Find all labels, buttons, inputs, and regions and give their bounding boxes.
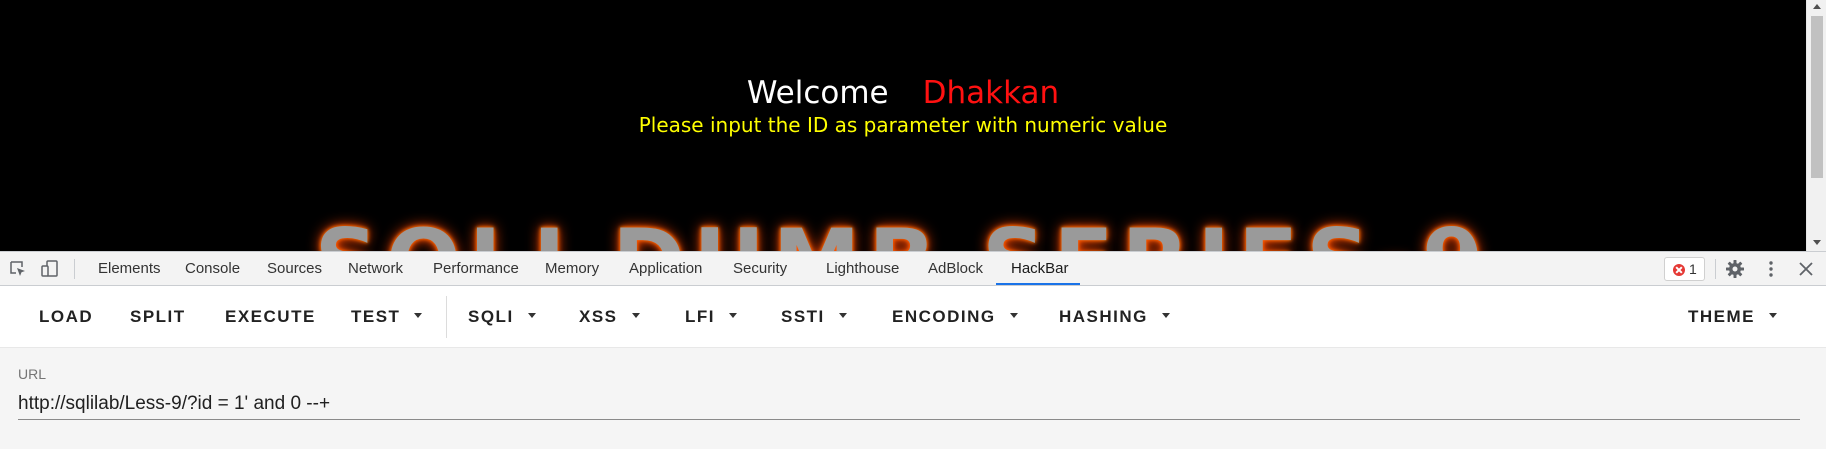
settings-icon[interactable]	[1725, 259, 1745, 279]
sqli-button-label: SQLI	[468, 307, 514, 326]
tab-application[interactable]: Application	[629, 252, 702, 285]
url-label: URL	[18, 366, 47, 382]
theme-menu-button[interactable]: THEME	[1688, 300, 1777, 334]
active-tab-indicator	[996, 283, 1080, 285]
tab-lighthouse[interactable]: Lighthouse	[826, 252, 899, 285]
scroll-down-arrow-icon[interactable]	[1813, 240, 1821, 245]
lfi-menu-button[interactable]: LFI	[685, 300, 737, 334]
tab-performance[interactable]: Performance	[433, 252, 519, 285]
dropdown-caret-icon	[1769, 313, 1777, 319]
test-button-label: TEST	[351, 307, 401, 326]
ssti-menu-button[interactable]: SSTI	[781, 300, 847, 334]
lfi-button-label: LFI	[685, 307, 715, 326]
dropdown-caret-icon	[527, 313, 536, 319]
banner-text: SQLI DUMB SERIES-9	[0, 210, 1806, 251]
welcome-word: Welcome	[746, 75, 889, 111]
hackbar-body: URL	[0, 348, 1826, 449]
tab-security[interactable]: Security	[733, 252, 787, 285]
instruction-text: Please input the ID as parameter with nu…	[638, 113, 1168, 137]
url-input[interactable]	[18, 388, 1800, 420]
execute-button-label: EXECUTE	[225, 307, 316, 326]
tab-memory[interactable]: Memory	[545, 252, 599, 285]
tab-elements[interactable]: Elements	[98, 252, 161, 285]
close-icon[interactable]	[1796, 259, 1816, 279]
dropdown-caret-icon	[838, 313, 847, 319]
dropdown-caret-icon	[631, 313, 640, 319]
hackbar-toolbar: LOAD SPLIT EXECUTE TEST SQLI XSS LFI SST…	[0, 286, 1826, 348]
dropdown-caret-icon	[1161, 313, 1170, 319]
page-scrollbar[interactable]	[1806, 0, 1826, 251]
dropdown-caret-icon	[729, 313, 737, 319]
execute-button[interactable]: EXECUTE	[225, 300, 316, 334]
hashing-button-label: HASHING	[1059, 307, 1148, 326]
toolbar-divider	[1715, 259, 1716, 279]
dropdown-caret-icon	[1009, 313, 1018, 319]
inspect-icon[interactable]	[8, 259, 28, 279]
banner-image: SQLI DUMB SERIES-9	[0, 210, 1806, 251]
encoding-menu-button[interactable]: ENCODING	[892, 300, 1018, 334]
error-icon	[1673, 264, 1685, 276]
scrollbar-thumb[interactable]	[1811, 16, 1823, 178]
web-page-viewport: Welcome Dhakkan Please input the ID as pa…	[0, 0, 1826, 251]
load-button-label: LOAD	[39, 307, 94, 326]
theme-button-label: THEME	[1688, 307, 1755, 326]
load-button[interactable]: LOAD	[39, 300, 93, 334]
sqli-menu-button[interactable]: SQLI	[468, 300, 536, 334]
test-menu-button[interactable]: TEST	[351, 300, 423, 334]
encoding-button-label: ENCODING	[892, 307, 996, 326]
tab-network[interactable]: Network	[348, 252, 403, 285]
scroll-up-arrow-icon[interactable]	[1813, 4, 1821, 9]
xss-menu-button[interactable]: XSS	[579, 300, 640, 334]
split-button[interactable]: SPLIT	[130, 300, 186, 334]
dropdown-caret-icon	[414, 313, 423, 319]
welcome-name: Dhakkan	[922, 75, 1060, 111]
toolbar-divider	[446, 296, 447, 338]
browser-window: Welcome Dhakkan Please input the ID as pa…	[0, 0, 1826, 449]
hashing-menu-button[interactable]: HASHING	[1059, 300, 1170, 334]
more-options-icon[interactable]	[1761, 259, 1781, 279]
toolbar-divider	[74, 259, 75, 279]
devtools-tab-bar: Elements Console Sources Network Perform…	[0, 251, 1826, 286]
ssti-button-label: SSTI	[781, 307, 825, 326]
split-button-label: SPLIT	[130, 307, 186, 326]
welcome-heading: Welcome Dhakkan	[0, 74, 1806, 112]
device-toolbar-icon[interactable]	[40, 259, 60, 279]
tab-console[interactable]: Console	[185, 252, 240, 285]
tab-sources[interactable]: Sources	[267, 252, 322, 285]
error-count: 1	[1689, 261, 1697, 277]
xss-button-label: XSS	[579, 307, 618, 326]
tab-adblock[interactable]: AdBlock	[928, 252, 983, 285]
error-counter-badge[interactable]: 1	[1664, 257, 1705, 281]
tab-hackbar[interactable]: HackBar	[1011, 252, 1069, 285]
